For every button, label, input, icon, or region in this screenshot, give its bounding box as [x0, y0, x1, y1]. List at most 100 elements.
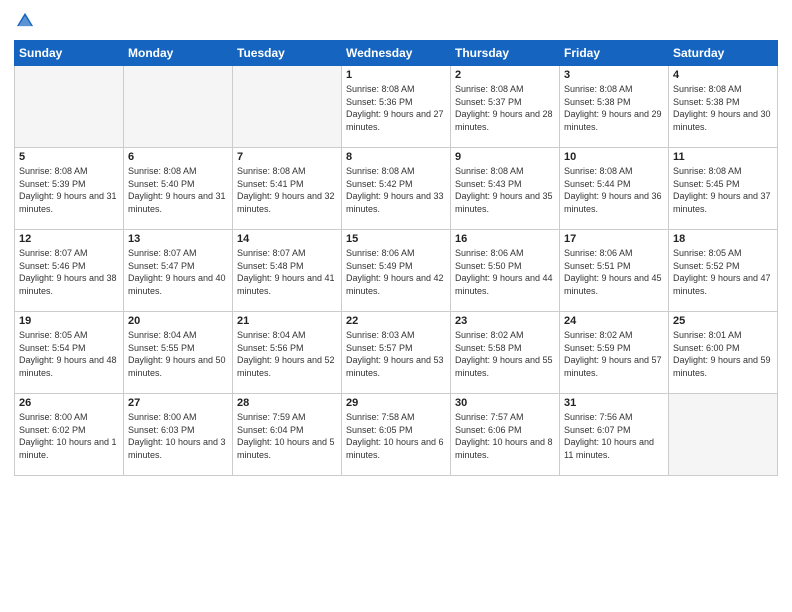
day-number: 16: [455, 233, 555, 245]
day-info: Sunrise: 8:08 AM Sunset: 5:38 PM Dayligh…: [673, 83, 773, 133]
day-info: Sunrise: 8:08 AM Sunset: 5:38 PM Dayligh…: [564, 83, 664, 133]
calendar-day: 29 Sunrise: 7:58 AM Sunset: 6:05 PM Dayli…: [342, 394, 451, 476]
day-info: Sunrise: 8:08 AM Sunset: 5:45 PM Dayligh…: [673, 165, 773, 215]
day-number: 19: [19, 315, 119, 327]
day-number: 23: [455, 315, 555, 327]
calendar-day: 14 Sunrise: 8:07 AM Sunset: 5:48 PM Dayli…: [233, 230, 342, 312]
day-info: Sunrise: 8:07 AM Sunset: 5:46 PM Dayligh…: [19, 247, 119, 297]
header: [14, 10, 778, 32]
week-row: 19 Sunrise: 8:05 AM Sunset: 5:54 PM Dayli…: [15, 312, 778, 394]
calendar-day: 20 Sunrise: 8:04 AM Sunset: 5:55 PM Dayli…: [124, 312, 233, 394]
day-number: 20: [128, 315, 228, 327]
day-number: 22: [346, 315, 446, 327]
calendar-day: 30 Sunrise: 7:57 AM Sunset: 6:06 PM Dayli…: [451, 394, 560, 476]
calendar-day: 2 Sunrise: 8:08 AM Sunset: 5:37 PM Daylig…: [451, 66, 560, 148]
day-info: Sunrise: 7:57 AM Sunset: 6:06 PM Dayligh…: [455, 411, 555, 461]
weekday-header: Tuesday: [233, 41, 342, 66]
calendar-day: 8 Sunrise: 8:08 AM Sunset: 5:42 PM Daylig…: [342, 148, 451, 230]
day-info: Sunrise: 8:02 AM Sunset: 5:59 PM Dayligh…: [564, 329, 664, 379]
day-number: 18: [673, 233, 773, 245]
calendar-table: SundayMondayTuesdayWednesdayThursdayFrid…: [14, 40, 778, 476]
calendar-day: 22 Sunrise: 8:03 AM Sunset: 5:57 PM Dayli…: [342, 312, 451, 394]
calendar-day: 3 Sunrise: 8:08 AM Sunset: 5:38 PM Daylig…: [560, 66, 669, 148]
day-info: Sunrise: 8:07 AM Sunset: 5:48 PM Dayligh…: [237, 247, 337, 297]
calendar-day: 21 Sunrise: 8:04 AM Sunset: 5:56 PM Dayli…: [233, 312, 342, 394]
calendar-day: 17Sunrise: 8:06 AM Sunset: 5:51 PM Dayli…: [560, 230, 669, 312]
calendar-day: 7 Sunrise: 8:08 AM Sunset: 5:41 PM Daylig…: [233, 148, 342, 230]
header-row: SundayMondayTuesdayWednesdayThursdayFrid…: [15, 41, 778, 66]
day-info: Sunrise: 8:01 AM Sunset: 6:00 PM Dayligh…: [673, 329, 773, 379]
day-number: 29: [346, 397, 446, 409]
day-info: Sunrise: 7:58 AM Sunset: 6:05 PM Dayligh…: [346, 411, 446, 461]
day-info: Sunrise: 8:05 AM Sunset: 5:52 PM Dayligh…: [673, 247, 773, 297]
calendar-day: 28 Sunrise: 7:59 AM Sunset: 6:04 PM Dayli…: [233, 394, 342, 476]
calendar-day: 10Sunrise: 8:08 AM Sunset: 5:44 PM Dayli…: [560, 148, 669, 230]
day-number: 25: [673, 315, 773, 327]
calendar-day: 27 Sunrise: 8:00 AM Sunset: 6:03 PM Dayli…: [124, 394, 233, 476]
weekday-header: Thursday: [451, 41, 560, 66]
day-number: 2: [455, 69, 555, 81]
calendar-day: 24 Sunrise: 8:02 AM Sunset: 5:59 PM Dayli…: [560, 312, 669, 394]
day-info: Sunrise: 7:56 AM Sunset: 6:07 PM Dayligh…: [564, 411, 664, 461]
week-row: 1 Sunrise: 8:08 AM Sunset: 5:36 PM Daylig…: [15, 66, 778, 148]
day-number: 13: [128, 233, 228, 245]
day-info: Sunrise: 8:08 AM Sunset: 5:36 PM Dayligh…: [346, 83, 446, 133]
week-row: 12Sunrise: 8:07 AM Sunset: 5:46 PM Dayli…: [15, 230, 778, 312]
day-number: 6: [128, 151, 228, 163]
day-info: Sunrise: 8:05 AM Sunset: 5:54 PM Dayligh…: [19, 329, 119, 379]
week-row: 26Sunrise: 8:00 AM Sunset: 6:02 PM Dayli…: [15, 394, 778, 476]
calendar-day: 16Sunrise: 8:06 AM Sunset: 5:50 PM Dayli…: [451, 230, 560, 312]
calendar-day: 4Sunrise: 8:08 AM Sunset: 5:38 PM Daylig…: [669, 66, 778, 148]
day-number: 27: [128, 397, 228, 409]
day-number: 7: [237, 151, 337, 163]
day-number: 21: [237, 315, 337, 327]
calendar-day: 11 Sunrise: 8:08 AM Sunset: 5:45 PM Dayli…: [669, 148, 778, 230]
calendar-day: 6 Sunrise: 8:08 AM Sunset: 5:40 PM Daylig…: [124, 148, 233, 230]
day-info: Sunrise: 8:03 AM Sunset: 5:57 PM Dayligh…: [346, 329, 446, 379]
weekday-header: Friday: [560, 41, 669, 66]
weekday-header: Monday: [124, 41, 233, 66]
day-number: 28: [237, 397, 337, 409]
day-info: Sunrise: 8:08 AM Sunset: 5:43 PM Dayligh…: [455, 165, 555, 215]
day-number: 17: [564, 233, 664, 245]
calendar-day: [124, 66, 233, 148]
day-info: Sunrise: 8:07 AM Sunset: 5:47 PM Dayligh…: [128, 247, 228, 297]
calendar-day: 23Sunrise: 8:02 AM Sunset: 5:58 PM Dayli…: [451, 312, 560, 394]
day-number: 14: [237, 233, 337, 245]
calendar-day: [15, 66, 124, 148]
day-info: Sunrise: 8:04 AM Sunset: 5:55 PM Dayligh…: [128, 329, 228, 379]
weekday-header: Saturday: [669, 41, 778, 66]
day-number: 30: [455, 397, 555, 409]
day-number: 24: [564, 315, 664, 327]
calendar-day: 9 Sunrise: 8:08 AM Sunset: 5:43 PM Daylig…: [451, 148, 560, 230]
logo: [14, 10, 38, 32]
day-info: Sunrise: 8:06 AM Sunset: 5:49 PM Dayligh…: [346, 247, 446, 297]
calendar-day: 25 Sunrise: 8:01 AM Sunset: 6:00 PM Dayli…: [669, 312, 778, 394]
calendar-day: 1 Sunrise: 8:08 AM Sunset: 5:36 PM Daylig…: [342, 66, 451, 148]
day-info: Sunrise: 8:04 AM Sunset: 5:56 PM Dayligh…: [237, 329, 337, 379]
calendar-day: 13 Sunrise: 8:07 AM Sunset: 5:47 PM Dayli…: [124, 230, 233, 312]
day-info: Sunrise: 8:08 AM Sunset: 5:37 PM Dayligh…: [455, 83, 555, 133]
day-number: 15: [346, 233, 446, 245]
logo-icon: [14, 10, 36, 32]
day-number: 11: [673, 151, 773, 163]
calendar-day: 31 Sunrise: 7:56 AM Sunset: 6:07 PM Dayli…: [560, 394, 669, 476]
day-number: 8: [346, 151, 446, 163]
day-info: Sunrise: 8:08 AM Sunset: 5:40 PM Dayligh…: [128, 165, 228, 215]
calendar-day: [233, 66, 342, 148]
day-number: 9: [455, 151, 555, 163]
day-number: 26: [19, 397, 119, 409]
day-info: Sunrise: 7:59 AM Sunset: 6:04 PM Dayligh…: [237, 411, 337, 461]
day-number: 3: [564, 69, 664, 81]
day-info: Sunrise: 8:08 AM Sunset: 5:44 PM Dayligh…: [564, 165, 664, 215]
day-number: 1: [346, 69, 446, 81]
calendar-day: 18 Sunrise: 8:05 AM Sunset: 5:52 PM Dayli…: [669, 230, 778, 312]
day-number: 31: [564, 397, 664, 409]
weekday-header: Wednesday: [342, 41, 451, 66]
calendar-day: 5Sunrise: 8:08 AM Sunset: 5:39 PM Daylig…: [15, 148, 124, 230]
calendar-day: [669, 394, 778, 476]
day-info: Sunrise: 8:08 AM Sunset: 5:39 PM Dayligh…: [19, 165, 119, 215]
day-info: Sunrise: 8:08 AM Sunset: 5:41 PM Dayligh…: [237, 165, 337, 215]
day-info: Sunrise: 8:08 AM Sunset: 5:42 PM Dayligh…: [346, 165, 446, 215]
day-info: Sunrise: 8:00 AM Sunset: 6:03 PM Dayligh…: [128, 411, 228, 461]
